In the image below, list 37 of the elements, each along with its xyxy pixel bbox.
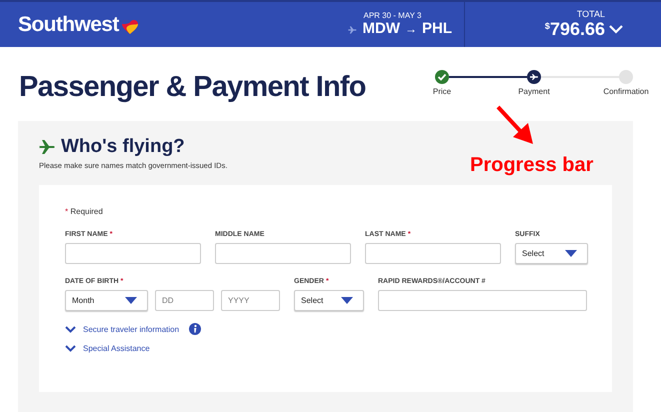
expand-link[interactable]: Special Assistance	[65, 344, 150, 353]
heart-icon	[122, 20, 138, 34]
page-title: Passenger & Payment Info	[19, 71, 366, 105]
input-field[interactable]: YYYY	[221, 290, 280, 311]
destination-code: PHL	[422, 20, 452, 38]
total-label: TOTAL	[576, 9, 605, 19]
caret-icon	[125, 297, 137, 304]
chevron-down-icon	[609, 25, 623, 34]
input-field[interactable]	[365, 243, 501, 264]
step-label: Payment	[518, 87, 550, 96]
currency-sign: $	[544, 21, 550, 31]
annotation-arrow	[495, 104, 535, 146]
input-field[interactable]	[215, 243, 351, 264]
info-icon[interactable]	[189, 323, 202, 335]
plane-icon	[348, 24, 356, 36]
input-field[interactable]	[378, 290, 587, 311]
total-price: 796.66	[550, 19, 605, 40]
origin-code: MDW	[362, 20, 400, 38]
arrow-icon: →	[405, 20, 417, 38]
caret-icon	[565, 250, 577, 257]
required-mark: *	[65, 207, 68, 216]
section-title: Who's flying?	[61, 136, 185, 158]
required-note: Required	[69, 207, 103, 216]
caret-icon	[341, 297, 353, 304]
input-field[interactable]: DD	[155, 290, 214, 311]
step-label: Price	[432, 87, 452, 96]
expand-link[interactable]: Secure traveler information	[65, 323, 202, 335]
select-dropdown[interactable]: Select	[294, 290, 364, 311]
logo-text[interactable]: Southwest	[18, 12, 119, 36]
total-button[interactable]: TOTAL $796.66	[465, 9, 661, 40]
input-field[interactable]	[65, 243, 201, 264]
annotation-label: Progress bar	[470, 154, 594, 177]
select-dropdown[interactable]: Select	[515, 243, 588, 264]
trip-dates: APR 30 - MAY 3	[364, 11, 422, 20]
plane-icon	[39, 140, 55, 154]
select-dropdown[interactable]: Month	[65, 290, 148, 311]
step-label: Confirmation	[603, 87, 649, 96]
